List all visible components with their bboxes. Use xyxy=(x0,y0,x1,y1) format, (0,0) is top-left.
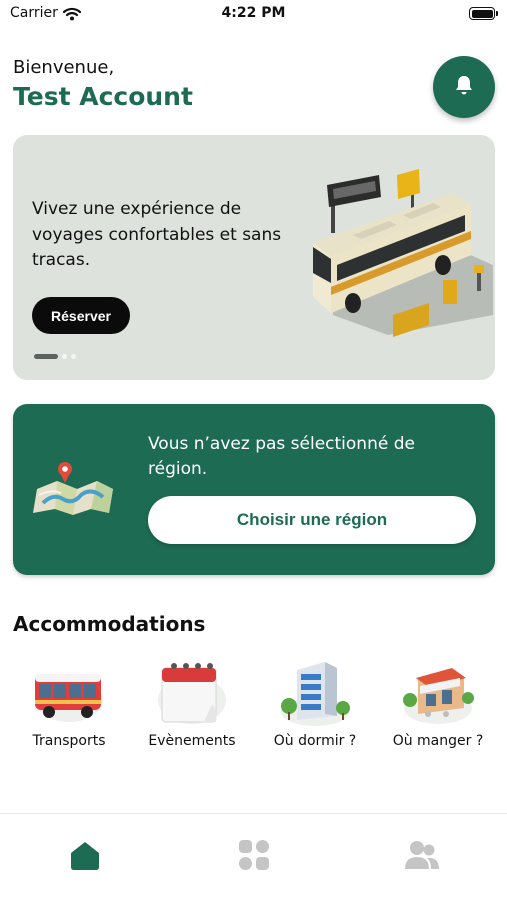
battery-icon xyxy=(469,7,498,20)
user-name: Test Account xyxy=(13,82,193,111)
status-time: 4:22 PM xyxy=(221,5,286,21)
category-label: Où dormir ? xyxy=(273,733,357,749)
category-evenements[interactable]: Evènements xyxy=(132,656,252,749)
bus-icon xyxy=(29,656,109,728)
map-pin-illustration xyxy=(33,459,117,523)
users-icon xyxy=(405,839,439,875)
carousel-dot-active[interactable] xyxy=(34,354,58,359)
hero-text: Vivez une expérience de voyages conforta… xyxy=(32,199,282,270)
choose-region-button[interactable]: Choisir une région xyxy=(148,496,476,544)
notifications-button[interactable] xyxy=(433,56,495,118)
bell-icon xyxy=(454,74,474,100)
grid-icon xyxy=(238,839,270,875)
calendar-icon xyxy=(152,656,232,728)
category-label: Où manger ? xyxy=(392,733,484,749)
tab-profile[interactable] xyxy=(404,839,440,875)
carousel-dot[interactable] xyxy=(71,354,76,359)
restaurant-icon xyxy=(398,656,478,728)
tab-categories[interactable] xyxy=(236,839,272,875)
status-bar: Carrier 4:22 PM xyxy=(0,0,507,30)
hotel-icon xyxy=(275,656,355,728)
category-label: Transports xyxy=(32,733,106,749)
carousel-indicator[interactable] xyxy=(34,354,76,359)
region-card: Vous n’avez pas sélectionné de région. C… xyxy=(13,404,495,575)
hero-banner: Vivez une expérience de voyages conforta… xyxy=(13,135,495,380)
category-label: Evènements xyxy=(148,733,236,749)
region-message: Vous n’avez pas sélectionné de région. xyxy=(148,434,415,479)
category-ou-dormir[interactable]: Où dormir ? xyxy=(255,656,375,749)
section-title: Accommodations xyxy=(13,612,206,636)
category-transports[interactable]: Transports xyxy=(9,656,129,749)
carousel-dot[interactable] xyxy=(62,354,67,359)
greeting-text: Bienvenue, xyxy=(13,57,115,78)
reserve-button[interactable]: Réserver xyxy=(32,297,130,334)
bus-station-illustration xyxy=(293,165,493,349)
category-ou-manger[interactable]: Où manger ? xyxy=(378,656,498,749)
tab-home[interactable] xyxy=(67,839,103,875)
home-icon xyxy=(68,839,102,875)
tab-bar xyxy=(0,813,507,900)
